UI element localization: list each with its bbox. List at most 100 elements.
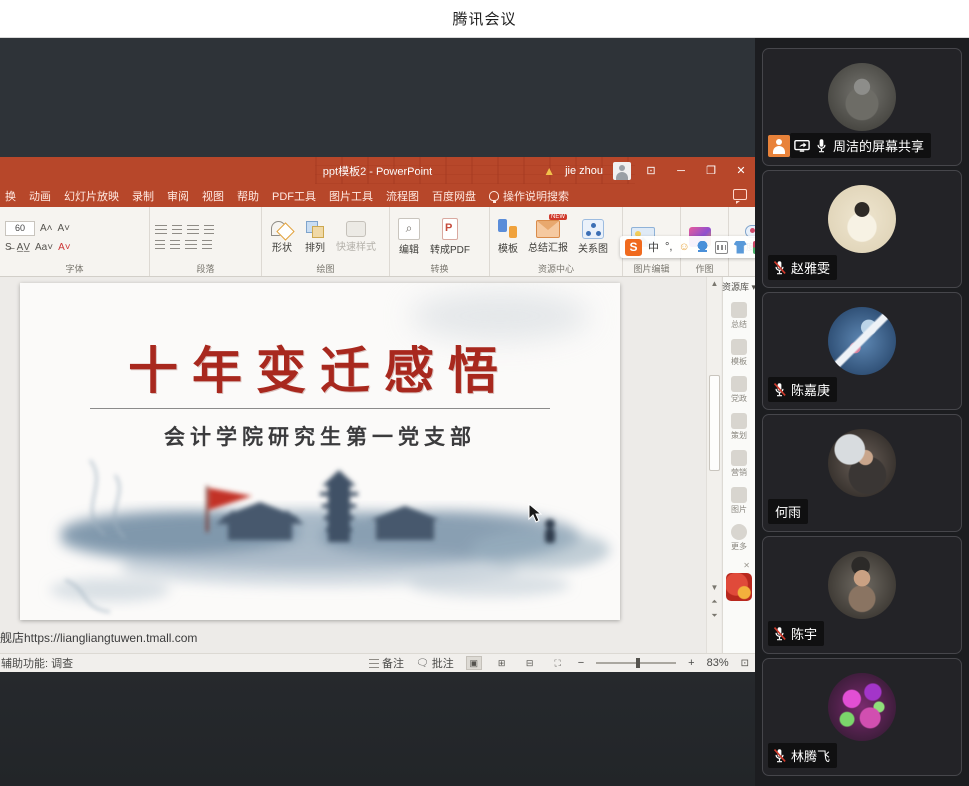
quick-styles-button[interactable]: 快速样式 [333,220,379,254]
line-spacing-icon[interactable] [187,225,199,234]
meeting-titlebar: 腾讯会议 [0,0,969,38]
minimize-button[interactable]: ─ [671,165,691,177]
comments-icon: 🗨 [416,658,429,669]
picture-edit-group-label: 图片编辑 [623,262,680,275]
previous-slide-icon[interactable]: ⏶ [707,595,722,609]
tab-record[interactable]: 录制 [132,188,154,204]
template-button[interactable]: 模板 [495,218,521,256]
ime-punctuation-toggle[interactable]: °, [665,241,672,253]
increase-indent-icon[interactable] [170,240,180,249]
columns-icon[interactable] [202,240,212,249]
resource-item-planning[interactable]: 策划 [731,413,747,441]
font-size-box[interactable]: 60 [5,221,35,236]
marketing-chat-icon [731,450,747,466]
slideshow-view-button[interactable]: ⛶ [550,656,566,670]
close-button[interactable]: ✕ [731,164,751,177]
tab-picture-tools[interactable]: 图片工具 [329,188,373,204]
resource-item-party[interactable]: 党政 [731,376,747,404]
resource-item-more[interactable]: 更多 [731,524,747,552]
ppt-menubar: 换 动画 幻灯片放映 录制 审阅 视图 帮助 PDF工具 图片工具 流程图 百度… [0,184,755,207]
edit-button[interactable]: ⌕ 编辑 [395,217,423,257]
tab-baidu-pan[interactable]: 百度网盘 [432,188,476,204]
tell-me-search[interactable]: 操作说明搜索 [489,188,569,204]
shapes-button[interactable]: 形状 [267,219,297,255]
text-direction-icon[interactable] [204,225,214,234]
accessibility-status: 辅助功能: 调查 [1,655,73,671]
reading-view-button[interactable]: ⊟ [522,656,538,670]
more-icon [731,524,747,540]
powerpoint-window: ppt模板2 - PowerPoint ▲ jie zhou ⊡ ─ ❐ ✕ 换… [0,157,755,672]
relation-chart-button[interactable]: 关系图 [575,218,611,256]
resource-library-header[interactable]: 资源库 ▾ [722,280,755,293]
shrink-font-button[interactable]: A˅ [58,223,71,234]
resource-item-pictures[interactable]: 图片 [731,487,747,515]
tab-flowchart[interactable]: 流程图 [386,188,419,204]
restore-button[interactable]: ❐ [701,164,721,177]
scrollbar-thumb[interactable] [709,375,720,471]
participant-tile[interactable]: 何雨 [762,414,962,532]
zoom-in-button[interactable]: + [688,657,694,669]
account-user-name[interactable]: jie zhou [565,165,603,177]
zoom-slider[interactable] [596,662,676,664]
text-effects-button[interactable]: A̲V̲ [17,242,30,253]
mic-muted-icon [772,382,787,397]
tab-help[interactable]: 帮助 [237,188,259,204]
resource-item-summary[interactable]: 总结 [731,302,747,330]
arrange-button[interactable]: 排列 [301,219,329,255]
ime-keyboard-icon[interactable] [715,241,728,254]
gift-close-icon[interactable]: ✕ [743,561,750,570]
ime-toolbox-icon[interactable] [753,241,755,254]
summary-report-button[interactable]: NEW 总结汇报 [525,219,571,255]
ime-voice-icon[interactable] [696,241,709,254]
participant-tile[interactable]: 林腾飞 [762,658,962,776]
red-packet-gift-icon[interactable] [726,573,752,601]
tab-review[interactable]: 审阅 [167,188,189,204]
tab-view[interactable]: 视图 [202,188,224,204]
resource-center-group-label: 资源中心 [490,262,622,275]
tab-slideshow[interactable]: 幻灯片放映 [64,188,119,204]
participant-tile[interactable]: 陈宇 [762,536,962,654]
tab-animations[interactable]: 动画 [29,188,51,204]
bullets-icon[interactable] [155,225,167,234]
resource-item-template[interactable]: 模板 [731,339,747,367]
participant-tile[interactable]: 赵雅雯 [762,170,962,288]
resource-item-marketing[interactable]: 营销 [731,450,747,478]
mic-muted-icon [772,260,787,275]
normal-view-button[interactable]: ▣ [466,656,482,670]
zoom-level[interactable]: 83% [707,657,729,669]
scroll-down-icon[interactable]: ▼ [707,581,722,595]
ime-skin-icon[interactable] [734,241,747,254]
strikethrough-button[interactable]: S̶ [5,242,12,253]
ribbon-display-options-button[interactable]: ⊡ [641,164,661,177]
scroll-up-icon[interactable]: ▲ [707,277,722,291]
sogou-logo-icon[interactable]: S [625,239,642,256]
font-color-button[interactable]: A˅ [58,242,71,253]
vertical-scrollbar[interactable]: ▲ ▼ ⏶ ⏷ [706,277,721,653]
grow-font-button[interactable]: A˄ [40,223,53,234]
summary-doc-icon [731,302,747,318]
next-slide-icon[interactable]: ⏷ [707,609,722,623]
tab-transitions[interactable]: 换 [5,188,16,204]
zoom-out-button[interactable]: − [578,657,584,669]
quick-styles-icon [346,221,366,237]
ppt-ribbon: 60 A˄ A˅ S̶ A̲V̲ Aa˅ A˅ 字体 [0,207,755,277]
slide-canvas[interactable]: 十年变迁感悟 会计学院研究生第一党支部 [20,283,620,620]
participant-tile-sharer[interactable]: 周洁的屏幕共享 [762,48,962,166]
tab-pdf-tools[interactable]: PDF工具 [272,188,316,204]
comments-toggle[interactable]: 🗨 批注 [416,655,454,671]
fit-slide-button[interactable]: ⊡ [741,658,749,669]
zoom-slider-knob[interactable] [636,658,640,668]
numbering-icon[interactable] [172,225,182,234]
participant-tile[interactable]: 陈嘉庚 [762,292,962,410]
slide-sorter-view-button[interactable]: ⊞ [494,656,510,670]
ime-emoji-icon[interactable]: ☺ [678,241,689,253]
to-pdf-button[interactable]: 转成PDF [427,217,473,257]
decrease-indent-icon[interactable] [155,240,165,249]
align-text-icon[interactable] [185,240,197,249]
account-avatar[interactable] [613,162,631,180]
notes-toggle[interactable]: 备注 [369,655,404,671]
change-case-button[interactable]: Aa˅ [35,242,53,253]
comment-bubble-icon[interactable] [733,189,747,200]
ink-painting-illustration [20,440,620,620]
ime-language-toggle[interactable]: 中 [648,239,659,255]
